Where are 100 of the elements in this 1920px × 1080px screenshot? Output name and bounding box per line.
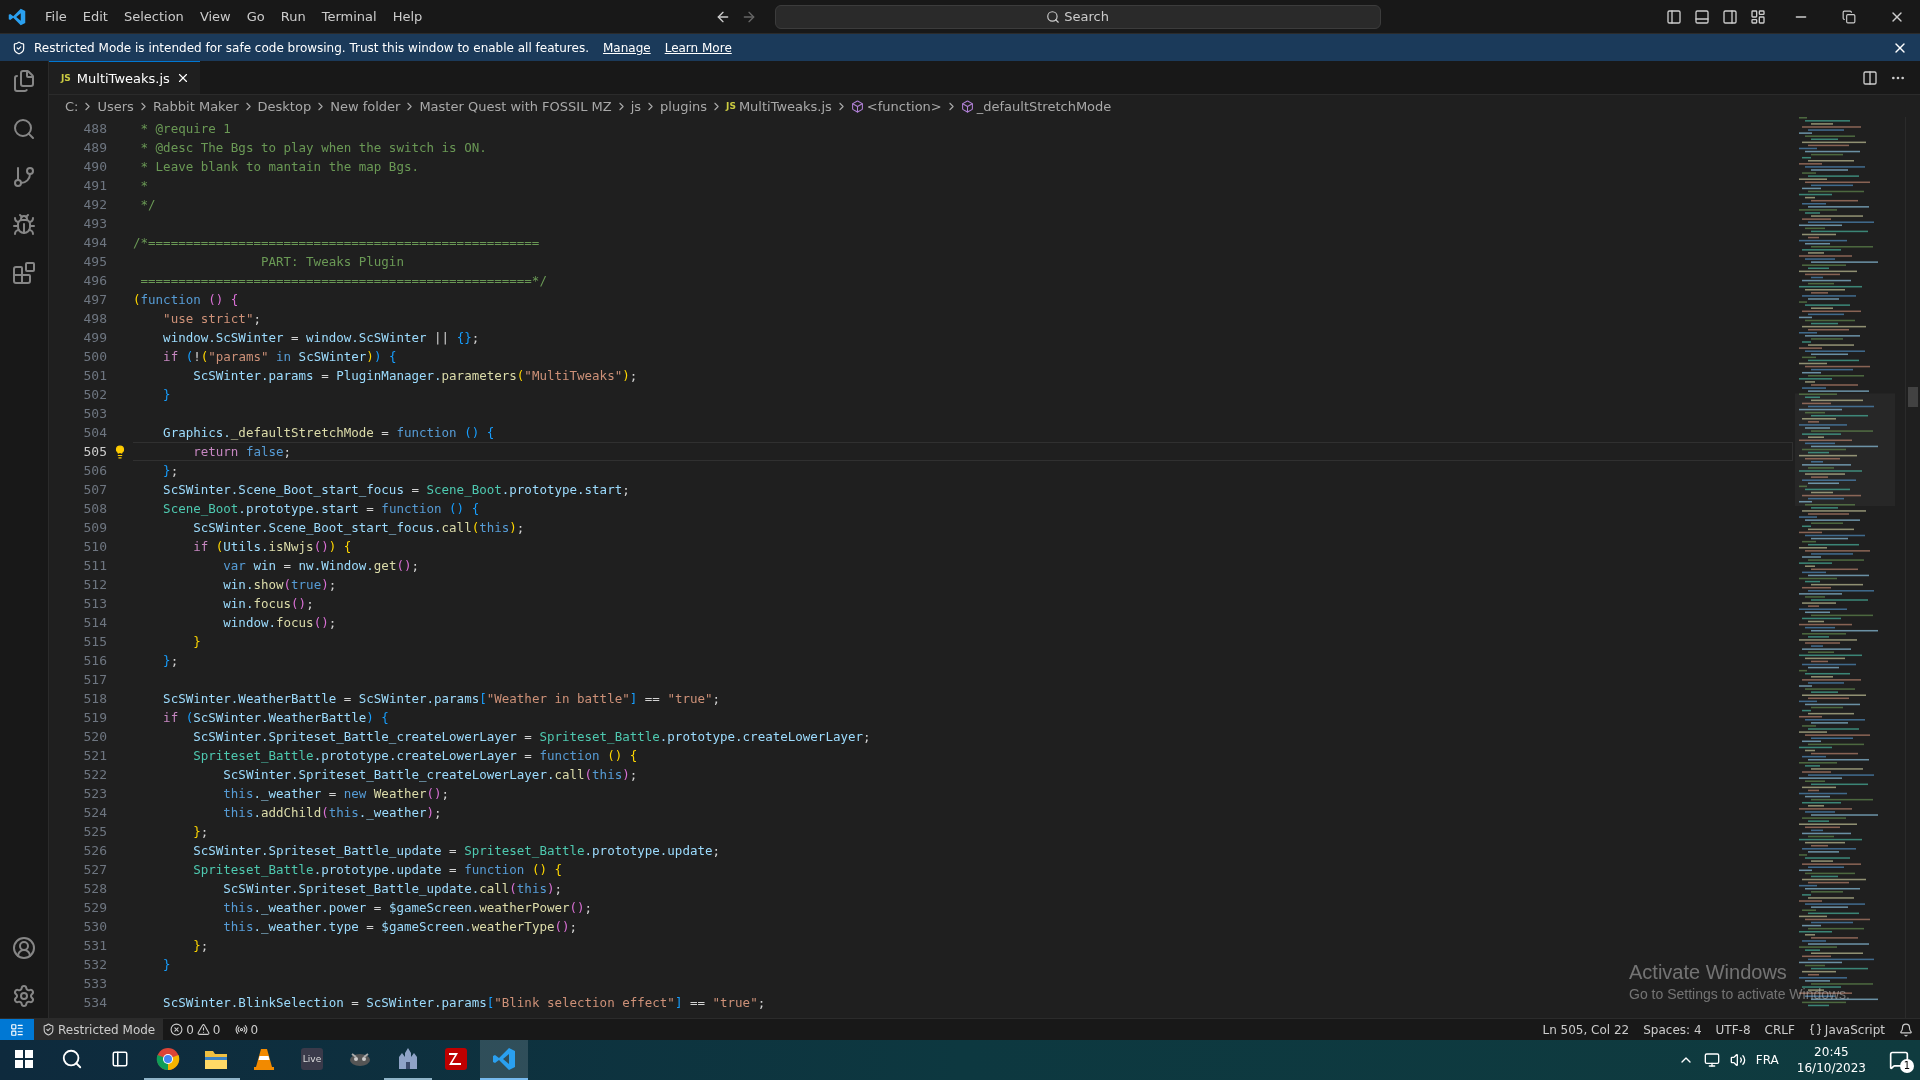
editor-tab[interactable]: JS MultiTweaks.js: [49, 61, 200, 94]
speaker-icon[interactable]: [1729, 1052, 1746, 1068]
filezilla-icon: [444, 1047, 468, 1071]
source-control-icon[interactable]: [12, 165, 36, 189]
breadcrumb-item[interactable]: plugins: [660, 98, 708, 114]
breadcrumb-item[interactable]: <function>: [866, 98, 942, 114]
line-number: 526: [82, 843, 107, 858]
code-line: };: [162, 652, 180, 670]
menu-item[interactable]: Run: [273, 6, 313, 27]
windows-logo-icon[interactable]: [15, 1050, 33, 1068]
bell-icon[interactable]: [1899, 1022, 1913, 1037]
line-number: 517: [82, 672, 107, 687]
code-line: window.ScSWinter = window.ScSWinter || {};: [162, 329, 481, 347]
status-item[interactable]: Spaces: 4: [1636, 1022, 1709, 1037]
breadcrumb-item[interactable]: New folder: [330, 98, 401, 114]
split-editor-icon[interactable]: [1862, 69, 1878, 86]
line-number: 520: [82, 729, 107, 744]
line-number: 493: [82, 216, 107, 231]
breadcrumb-item[interactable]: Desktop: [257, 98, 312, 114]
line-number: 510: [82, 539, 107, 554]
code-line: Scene_Boot.prototype.start = function () {: [162, 500, 481, 518]
menu-item[interactable]: Go: [239, 6, 272, 27]
taskbar-app[interactable]: Live: [288, 1040, 336, 1080]
code-line: Graphics._defaultStretchMode = function () {: [162, 424, 496, 442]
files-icon[interactable]: [12, 69, 36, 93]
language-mode[interactable]: JavaScript: [1824, 1022, 1885, 1037]
breadcrumb-item[interactable]: _defaultStretchMode: [976, 98, 1112, 114]
castle-icon: [396, 1047, 420, 1071]
menu-item[interactable]: Terminal: [314, 6, 384, 27]
breadcrumb-item[interactable]: Rabbit Maker: [152, 98, 239, 114]
line-number: 489: [82, 140, 107, 155]
panel-toggle-icon[interactable]: [1694, 8, 1710, 25]
code-line: ScSWinter.Spriteset_Battle_createLowerLayer.call(this);: [222, 766, 639, 784]
menu-item[interactable]: Edit: [75, 6, 115, 27]
breadcrumb-item[interactable]: Users: [97, 98, 134, 114]
code-line: * @require 1: [139, 120, 232, 138]
breadcrumb-item[interactable]: js: [630, 98, 642, 114]
code-line: "use strict";: [162, 310, 262, 328]
secondary-sidebar-icon[interactable]: [1722, 8, 1738, 25]
breadcrumb-item[interactable]: MultiTweaks.js: [738, 98, 832, 114]
warning-count[interactable]: 0: [212, 1022, 221, 1037]
line-number: 513: [82, 596, 107, 611]
braces-icon: [1808, 1023, 1822, 1036]
line-number: 522: [82, 767, 107, 782]
breadcrumb-item[interactable]: Master Quest with FOSSIL MZ: [419, 98, 612, 114]
line-number: 516: [82, 653, 107, 668]
sidebar-toggle-icon[interactable]: [1666, 8, 1682, 25]
status-item[interactable]: UTF-8: [1708, 1022, 1758, 1037]
error-count[interactable]: 0: [186, 1022, 194, 1037]
status-item[interactable]: CRLF: [1757, 1022, 1802, 1037]
menu-item[interactable]: File: [38, 6, 74, 27]
line-number: 494: [82, 235, 107, 250]
menu-item[interactable]: Help: [385, 6, 430, 27]
line-number: 527: [82, 862, 107, 877]
code-line: ScSWinter.Spriteset_Battle_update.call(this);: [222, 880, 563, 898]
account-icon[interactable]: [12, 936, 36, 960]
status-item[interactable]: Ln 505, Col 22: [1535, 1022, 1637, 1037]
clock[interactable]: 20:45 16/10/2023: [1788, 1044, 1874, 1076]
task-view-icon[interactable]: [111, 1050, 129, 1068]
code-line: };: [192, 937, 210, 955]
menu-item[interactable]: Selection: [116, 6, 191, 27]
code-line: ====================================================*/: [139, 272, 548, 290]
bug-icon[interactable]: [12, 213, 36, 237]
code-line: this._weather.power = $gameScreen.weatherPower();: [222, 899, 594, 917]
banner-message: Restricted Mode is intended for safe code browsing. Trust this window to enable all features.: [34, 40, 589, 55]
code-line: ScSWinter.params = PluginManager.parameters("MultiTweaks");: [192, 367, 639, 385]
search-field[interactable]: Search: [774, 4, 1381, 29]
settings-icon[interactable]: [12, 984, 36, 1008]
vscode-icon: [492, 1047, 516, 1071]
lightbulb-icon[interactable]: [113, 444, 127, 459]
breadcrumb-item[interactable]: C:: [65, 98, 79, 114]
banner-link[interactable]: Learn More: [664, 40, 732, 55]
code-line: };: [162, 462, 180, 480]
code-line: * @desc The Bgs to play when the switch is ON.: [139, 139, 488, 157]
restore-icon[interactable]: [1842, 9, 1856, 24]
activation-title: Activate Windows: [1629, 961, 1788, 984]
search-icon[interactable]: [61, 1048, 83, 1070]
layout-icon[interactable]: [1750, 8, 1766, 25]
input-language[interactable]: FRA: [1755, 1053, 1779, 1067]
code-line: if (Utils.isNwjs()) {: [192, 538, 353, 556]
line-number: 490: [82, 159, 107, 174]
vscode-logo-icon: [8, 7, 26, 26]
network-icon[interactable]: [1703, 1052, 1720, 1068]
line-number: 498: [82, 311, 107, 326]
scrollbar-thumb[interactable]: [1908, 387, 1918, 407]
remote-button[interactable]: [0, 1019, 34, 1040]
restricted-mode-item[interactable]: Restricted Mode: [34, 1019, 164, 1040]
blocks-icon[interactable]: [12, 261, 36, 285]
code-line: var win = nw.Window.get();: [222, 557, 420, 575]
line-number: 514: [82, 615, 107, 630]
line-number: 532: [82, 957, 107, 972]
line-number: 507: [82, 482, 107, 497]
ports-count[interactable]: 0: [250, 1022, 259, 1037]
line-number: 497: [82, 292, 107, 307]
code-line: if (ScSWinter.WeatherBattle) {: [162, 709, 390, 727]
code-line: }: [192, 633, 202, 651]
banner-link[interactable]: Manage: [603, 40, 651, 55]
menu-item[interactable]: View: [192, 6, 238, 27]
line-number: 502: [82, 387, 107, 402]
broadcast-icon: [234, 1023, 248, 1036]
